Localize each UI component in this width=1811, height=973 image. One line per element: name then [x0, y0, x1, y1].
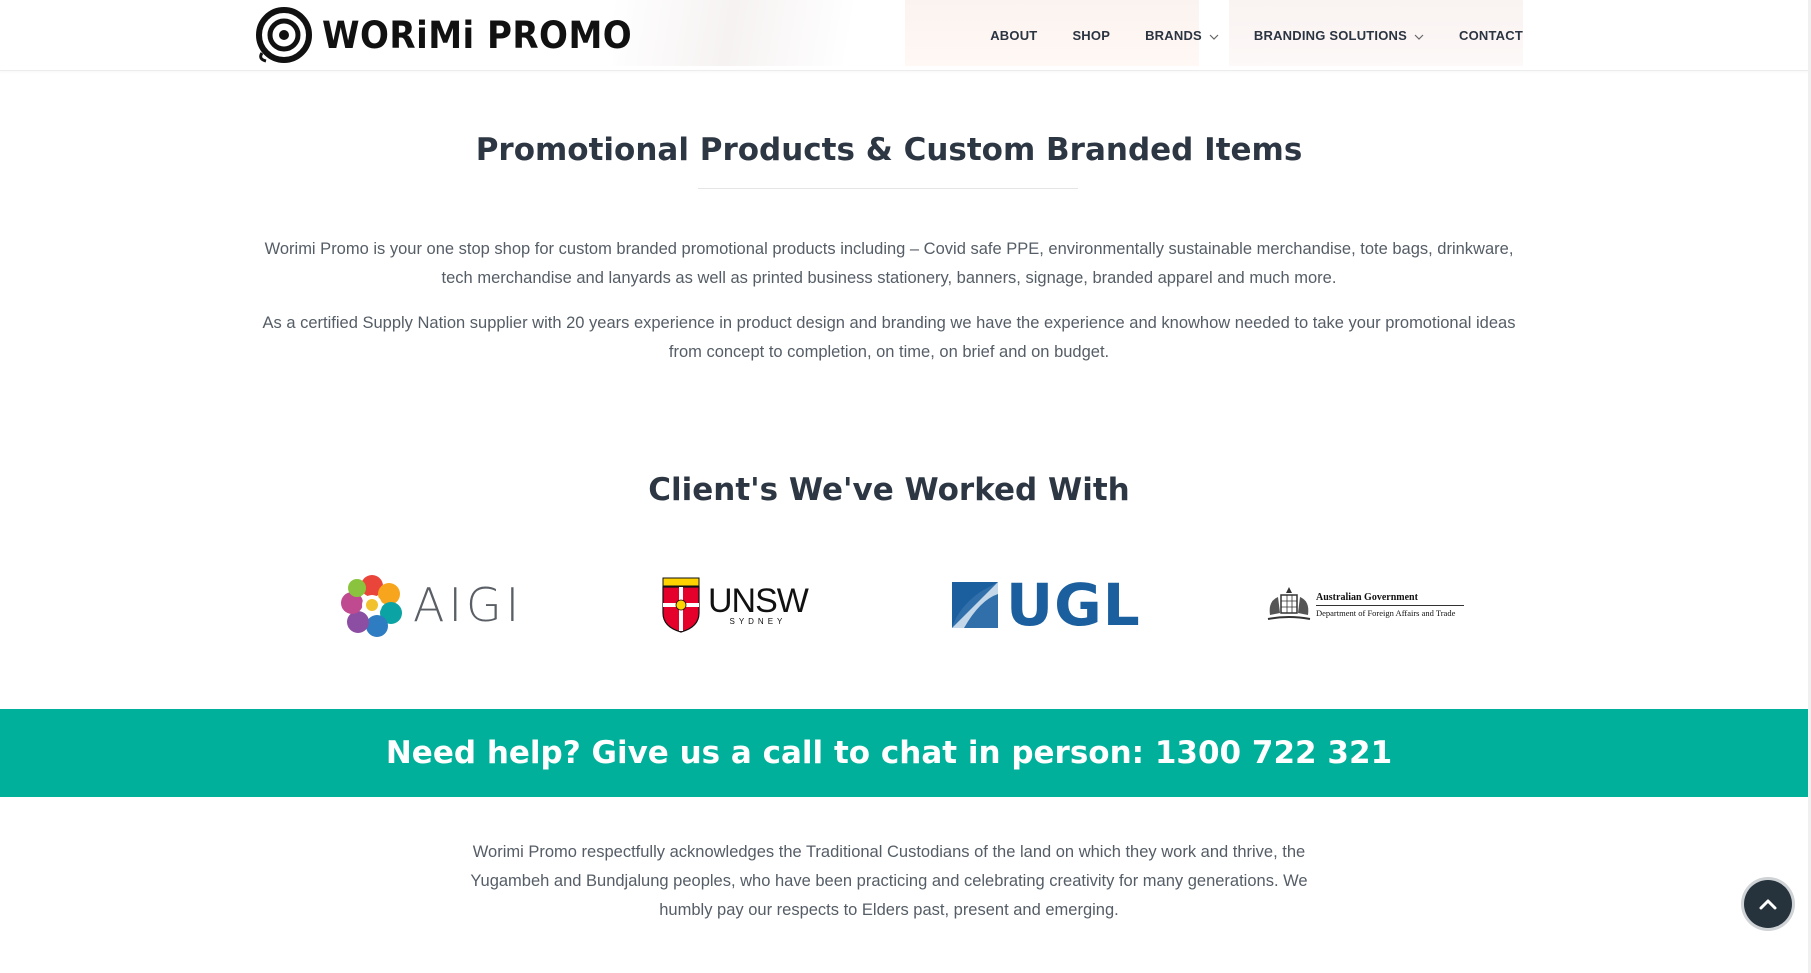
main-nav: ABOUT SHOP BRANDS BRANDING SOLUTIONS CON…: [955, 0, 1523, 70]
scroll-to-top-button[interactable]: [1744, 880, 1792, 928]
ugl-logo-text: UGL: [1006, 571, 1141, 639]
clients-title: Client's We've Worked With: [648, 472, 1130, 508]
nav-contact[interactable]: CONTACT: [1459, 28, 1523, 43]
nav-shop-label: SHOP: [1072, 27, 1111, 43]
nav-brands[interactable]: BRANDS: [1145, 28, 1219, 43]
nav-branding-solutions-label: BRANDING SOLUTIONS: [1253, 27, 1408, 43]
chevron-down-icon: [1209, 28, 1219, 43]
aigi-logo-text: AIGI: [413, 578, 524, 632]
client-logo-australian-government: Australian Government Department of Fore…: [1266, 560, 1464, 650]
client-logo-unsw: UNSW SYDNEY: [662, 560, 809, 650]
intro-paragraph: Worimi Promo is your one stop shop for c…: [264, 240, 1514, 287]
aigi-flower-icon: [341, 575, 402, 637]
government-wordmark: Australian Government Department of Fore…: [1316, 592, 1464, 618]
nav-branding-solutions[interactable]: BRANDING SOLUTIONS: [1254, 28, 1424, 43]
intro-title: Promotional Products & Custom Branded It…: [475, 132, 1303, 168]
client-logo-ugl: UGL: [950, 560, 1141, 650]
client-logos: AIGI UNSW SYDNEY UGL Australian Governme…: [0, 560, 1811, 650]
site-logo[interactable]: WORiMi PROMO: [256, 7, 659, 63]
nav-shop[interactable]: SHOP: [1072, 28, 1110, 43]
nav-contact-label: CONTACT: [1459, 27, 1523, 43]
government-line1: Australian Government: [1316, 592, 1464, 606]
unsw-logo-subtext: SYDNEY: [729, 616, 787, 626]
acknowledgement-text: Worimi Promo respectfully acknowledges t…: [470, 843, 1308, 919]
unsw-logo-text: UNSW: [708, 581, 809, 620]
nav-about-label: ABOUT: [990, 27, 1038, 43]
site-header: WORiMi PROMO ABOUT SHOP BRANDS BRANDING …: [0, 0, 1811, 71]
call-to-action-banner: Need help? Give us a call to chat in per…: [0, 709, 1808, 797]
unsw-wordmark: UNSW SYDNEY: [708, 581, 809, 626]
unsw-crest-icon: [662, 577, 700, 633]
nav-about[interactable]: ABOUT: [990, 28, 1037, 43]
client-logo-aigi: AIGI: [337, 560, 523, 650]
government-line2: Department of Foreign Affairs and Trade: [1316, 608, 1456, 618]
chevron-up-icon: [1759, 899, 1777, 910]
cta-text: Need help? Give us a call to chat in per…: [385, 735, 1393, 771]
intro-paragraph: As a certified Supply Nation supplier wi…: [262, 314, 1516, 361]
chevron-down-icon: [1414, 28, 1424, 43]
title-divider: [698, 188, 1078, 189]
worimi-logo-icon: [256, 7, 312, 63]
ugl-mark-icon: [952, 582, 998, 628]
coat-of-arms-icon: [1267, 587, 1311, 620]
logo-text: WORiMi PROMO: [322, 13, 633, 57]
nav-brands-label: BRANDS: [1145, 27, 1202, 43]
